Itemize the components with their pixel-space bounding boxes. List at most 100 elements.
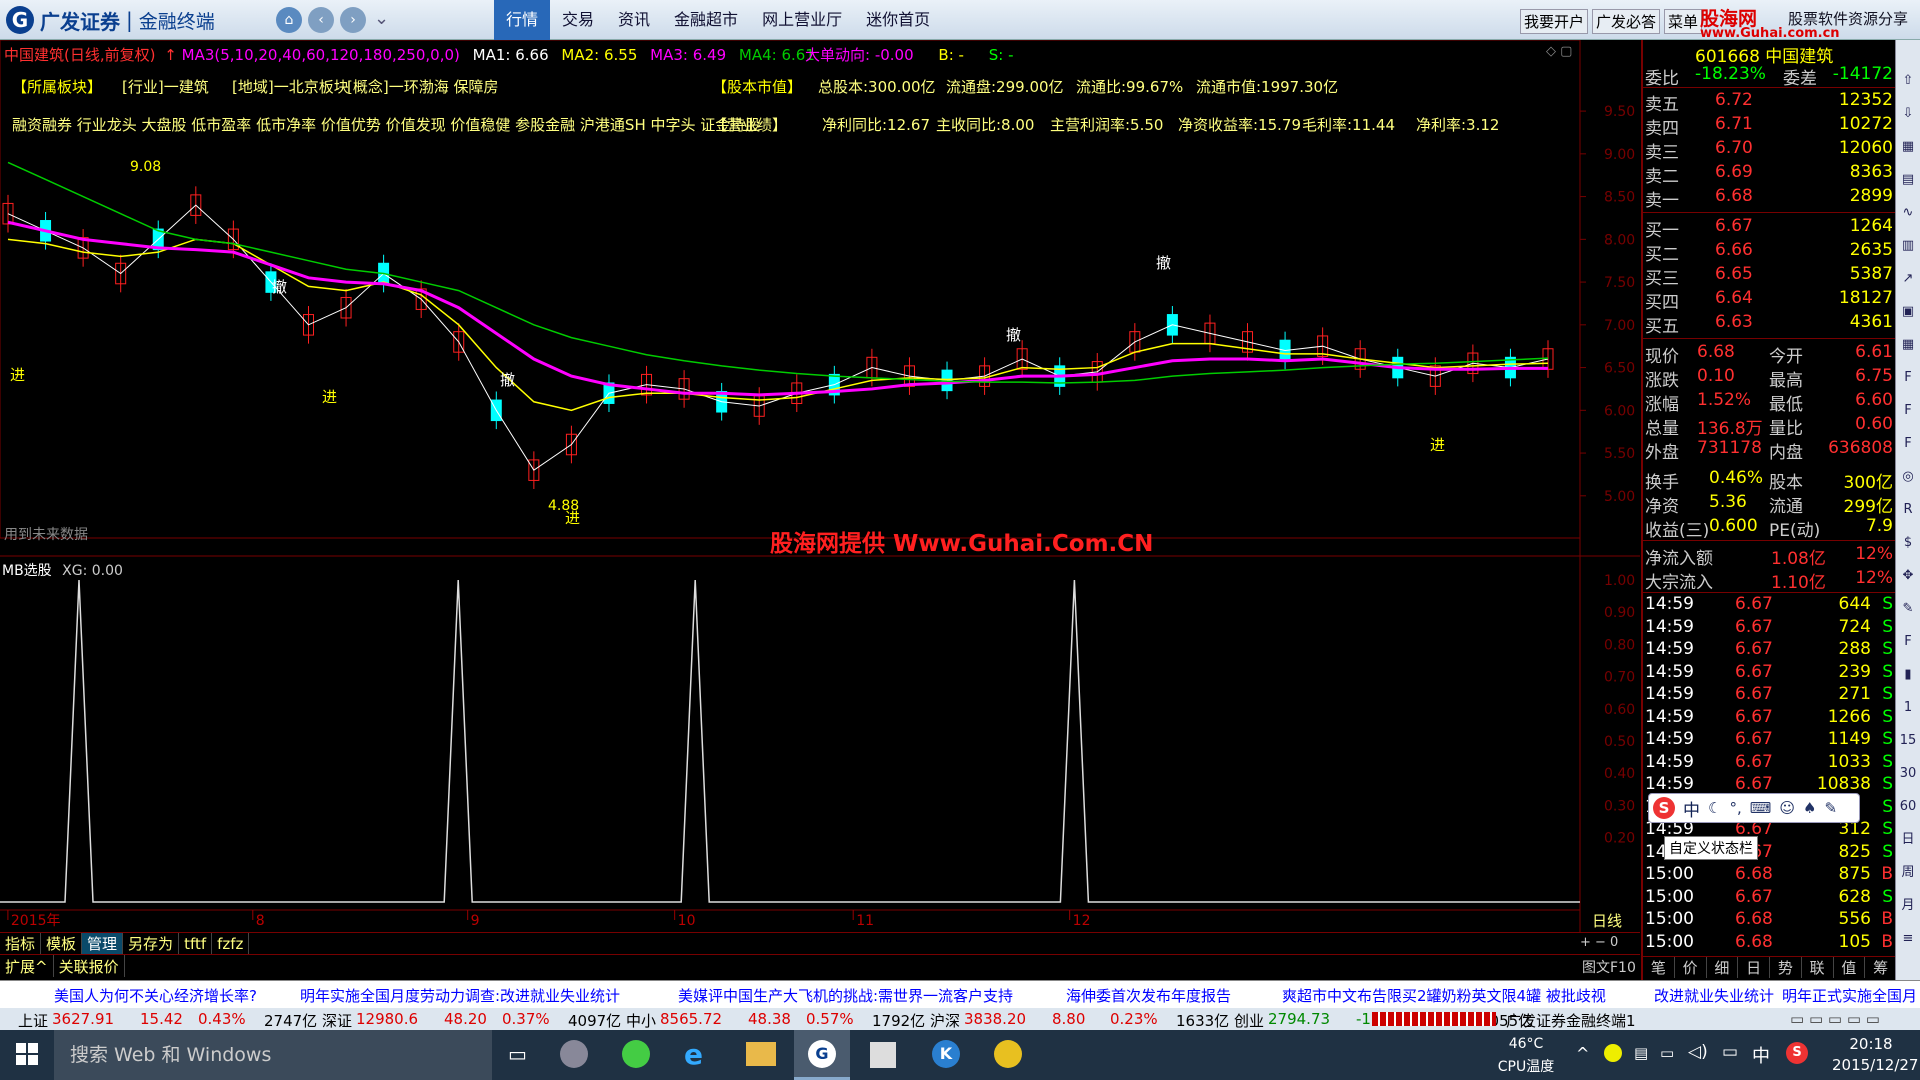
store-icon[interactable] xyxy=(870,1042,896,1068)
punct-icon[interactable]: °, xyxy=(1729,799,1741,817)
window-icons[interactable]: ▭ ▭ ▭ ▭ ▭ xyxy=(1790,1010,1880,1028)
period-label[interactable]: 日线 xyxy=(1592,910,1622,931)
gf-terminal-task[interactable]: G xyxy=(794,1030,850,1080)
menu-item-5[interactable]: 迷你首页 xyxy=(854,0,942,40)
task-view-icon[interactable]: ▭ xyxy=(508,1042,527,1066)
moon-icon[interactable]: ☾ xyxy=(1708,799,1721,817)
network-icon[interactable]: ▭ xyxy=(1660,1044,1674,1062)
sixty-side-icon[interactable]: 60 xyxy=(1898,796,1918,818)
taskbar-search-box[interactable]: 搜索 Web 和 Windows xyxy=(54,1030,492,1080)
month-side-icon[interactable]: 月 xyxy=(1898,895,1918,917)
tray-chevron-icon[interactable]: ^ xyxy=(1576,1044,1589,1063)
index-name[interactable]: 创业 xyxy=(1234,1010,1264,1031)
grid-side-icon[interactable]: ▦ xyxy=(1898,334,1918,356)
tray-icon-2[interactable]: ▤ xyxy=(1634,1044,1648,1062)
shirt-icon[interactable]: ♠ xyxy=(1803,799,1816,817)
notification-icon[interactable]: ▭ xyxy=(1722,1042,1738,1062)
index-name[interactable]: 深证 xyxy=(322,1010,352,1031)
menu-item-4[interactable]: 网上营业厅 xyxy=(750,0,854,40)
ime-language[interactable]: 中 xyxy=(1683,796,1700,821)
user-icon[interactable]: ☺ xyxy=(1779,799,1795,817)
indicator-tab-4[interactable]: tftf xyxy=(179,933,213,955)
f3-side-icon[interactable]: F xyxy=(1898,433,1918,455)
news-item[interactable]: 明年正式实施全国月 xyxy=(1782,985,1917,1006)
dollar-side-icon[interactable]: $ xyxy=(1898,532,1918,554)
menu-item-1[interactable]: 交易 xyxy=(550,0,606,40)
browser-icon[interactable] xyxy=(622,1040,650,1068)
bar1-side-icon[interactable]: ▮ xyxy=(1898,664,1918,686)
tray-ime[interactable]: 中 xyxy=(1752,1042,1770,1068)
expand-tab-1[interactable]: 关联报价 xyxy=(54,955,125,977)
quote-tab-7[interactable]: 筹 xyxy=(1865,957,1897,978)
box-side-icon[interactable]: ▣ xyxy=(1898,301,1918,323)
news-item[interactable]: 改进就业失业统计 xyxy=(1654,985,1774,1006)
index-name[interactable]: 上证 xyxy=(18,1010,48,1031)
indicator-tab-1[interactable]: 模板 xyxy=(41,933,83,955)
quote-tab-6[interactable]: 值 xyxy=(1834,957,1866,978)
f10-button[interactable]: 图文F10 xyxy=(1582,957,1636,977)
chart-window-icons[interactable]: ◇ ▢ xyxy=(1546,44,1572,59)
indicator-tab-0[interactable]: 指标 xyxy=(0,933,42,955)
ime-toolbar[interactable]: S 中 ☾ °, ⌨ ☺ ♠ ✎ xyxy=(1648,793,1860,823)
news-item[interactable]: 明年实施全国月度劳动力调查:改进就业失业统计 xyxy=(300,985,620,1006)
k-app-icon[interactable]: K xyxy=(932,1040,960,1068)
list-side-icon[interactable]: ▥ xyxy=(1898,235,1918,257)
edge-icon[interactable]: e xyxy=(684,1038,703,1071)
top-button-1[interactable]: 广发必答 xyxy=(1592,9,1661,34)
fifteen-side-icon[interactable]: 15 xyxy=(1898,730,1918,752)
tray-icon-1[interactable] xyxy=(1604,1044,1622,1062)
windows-start-icon[interactable] xyxy=(16,1043,38,1065)
quote-tab-0[interactable]: 笔 xyxy=(1643,957,1675,978)
up-side-icon[interactable]: ⇧ xyxy=(1898,70,1918,92)
indicator-tab-2[interactable]: 管理 xyxy=(82,933,124,955)
doc-side-icon[interactable]: ▤ xyxy=(1898,169,1918,191)
kline-chart[interactable]: 9.50 9.00 8.50 8.00 7.50 7.00 6.50 6.00 5.50 5.00… xyxy=(0,40,1640,980)
zoom-controls[interactable]: + − 0 xyxy=(1580,935,1618,950)
home-icon[interactable]: ⌂ xyxy=(276,7,302,33)
index-name[interactable]: 中小 xyxy=(626,1010,656,1031)
thirty-side-icon[interactable]: 30 xyxy=(1898,763,1918,785)
rsi-side-icon[interactable]: R xyxy=(1898,499,1918,521)
one-side-icon[interactable]: 1 xyxy=(1898,697,1918,719)
wrench-icon[interactable]: ✎ xyxy=(1824,799,1837,817)
indicator-tab-3[interactable]: 另存为 xyxy=(123,933,180,955)
keyboard-icon[interactable]: ⌨ xyxy=(1750,799,1772,817)
news-item[interactable]: 海伸委首次发布年度报告 xyxy=(1066,985,1231,1006)
circle-side-icon[interactable]: ◎ xyxy=(1898,466,1918,488)
news-item[interactable]: 美国人为何不关心经济增长率? xyxy=(54,985,257,1006)
volume-icon[interactable]: ◁) xyxy=(1688,1042,1708,1062)
clock-date[interactable]: 2015/12/27 xyxy=(1832,1056,1918,1074)
f1-side-icon[interactable]: F xyxy=(1898,367,1918,389)
news-item[interactable]: 美媒评中国生产大飞机的挑战:需世界一流客户支持 xyxy=(678,985,1013,1006)
more-side-icon[interactable]: ≡ xyxy=(1898,928,1918,950)
news-item[interactable]: 爽超市中文布告限买2罐奶粉英文限4罐 被批歧视 xyxy=(1282,985,1606,1006)
top-button-0[interactable]: 我要开户 xyxy=(1520,9,1589,34)
indicator-tab-5[interactable]: fzfz xyxy=(212,933,250,955)
day-side-icon[interactable]: 日 xyxy=(1898,829,1918,851)
quote-tab-2[interactable]: 细 xyxy=(1707,957,1739,978)
down-side-icon[interactable]: ⇩ xyxy=(1898,103,1918,125)
top-button-2[interactable]: 菜单 xyxy=(1664,9,1703,34)
move-side-icon[interactable]: ✥ xyxy=(1898,565,1918,587)
sogou-icon[interactable]: S xyxy=(1653,797,1675,819)
app-icon-1[interactable] xyxy=(560,1040,588,1068)
tray-sogou-icon[interactable]: S xyxy=(1786,1042,1808,1064)
chart-side-icon[interactable]: ∿ xyxy=(1898,202,1918,224)
expand-tab-0[interactable]: 扩展^ xyxy=(0,955,54,977)
quote-tab-3[interactable]: 日 xyxy=(1738,957,1770,978)
expand-icon[interactable]: ⌄ xyxy=(374,8,389,29)
quote-tab-1[interactable]: 价 xyxy=(1675,957,1707,978)
week-side-icon[interactable]: 周 xyxy=(1898,862,1918,884)
back-icon[interactable]: ‹ xyxy=(308,7,334,33)
app-icon-yellow[interactable] xyxy=(994,1040,1022,1068)
index-name[interactable]: 沪深 xyxy=(930,1010,960,1031)
menu-item-3[interactable]: 金融超市 xyxy=(662,0,750,40)
forward-icon[interactable]: › xyxy=(340,7,366,33)
menu-item-2[interactable]: 资讯 xyxy=(606,0,662,40)
quote-tab-5[interactable]: 联 xyxy=(1802,957,1834,978)
quote-tab-4[interactable]: 势 xyxy=(1770,957,1802,978)
news-side-icon[interactable]: ▦ xyxy=(1898,136,1918,158)
chart-area[interactable]: 9.50 9.00 8.50 8.00 7.50 7.00 6.50 6.00 5.50 5.00… xyxy=(0,40,1640,980)
f2-side-icon[interactable]: F xyxy=(1898,400,1918,422)
tf-side-icon[interactable]: F xyxy=(1898,631,1918,653)
